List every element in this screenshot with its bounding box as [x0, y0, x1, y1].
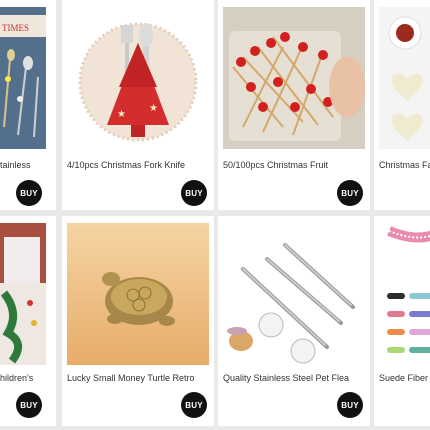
product-image-tick-remover[interactable]	[223, 223, 365, 365]
svg-text:★: ★	[117, 109, 126, 120]
buy-button[interactable]: BUY	[181, 180, 207, 206]
product-image-christmas-craft[interactable]	[0, 223, 46, 365]
product-card[interactable]: Suede Fiber	[374, 216, 430, 426]
product-title[interactable]: Lucky Small Money Turtle Retro	[67, 373, 209, 383]
product-title[interactable]: tainless	[0, 160, 50, 170]
svg-text:★: ★	[149, 103, 158, 114]
product-image-pet-collars[interactable]	[379, 223, 430, 365]
product-card[interactable]: 50/100pcs Christmas Fruit BUY	[218, 0, 370, 210]
product-image-fork-knife-holder[interactable]: ★ ★	[67, 7, 209, 149]
buy-button[interactable]: BUY	[337, 392, 363, 418]
product-card[interactable]: ★ ★ 4/10pcs Christmas Fork Knife BUY	[62, 0, 214, 210]
product-image-heart-cookies[interactable]	[379, 7, 430, 149]
product-title[interactable]: 4/10pcs Christmas Fork Knife	[67, 160, 209, 170]
buy-button[interactable]: BUY	[16, 180, 42, 206]
product-title[interactable]: Christmas Fa	[379, 160, 430, 170]
product-title[interactable]: Quality Stainless Steel Pet Flea	[223, 373, 365, 383]
product-title[interactable]: Suede Fiber	[379, 373, 430, 383]
product-image-fruit-picks[interactable]	[223, 7, 365, 149]
buy-button[interactable]: BUY	[181, 392, 207, 418]
buy-button[interactable]: BUY	[16, 392, 42, 418]
product-card[interactable]: Quality Stainless Steel Pet Flea BUY	[218, 216, 370, 426]
product-card[interactable]: TIMES tainless BUY	[0, 0, 56, 210]
product-image-golden-spoons[interactable]: TIMES	[0, 7, 46, 149]
svg-text:TIMES: TIMES	[2, 23, 29, 33]
buy-button[interactable]: BUY	[337, 180, 363, 206]
product-card[interactable]: Christmas Fa	[374, 0, 430, 210]
product-card[interactable]: hildren's BUY	[0, 216, 56, 426]
product-title[interactable]: hildren's	[0, 373, 50, 383]
product-card[interactable]: Lucky Small Money Turtle Retro BUY	[62, 216, 214, 426]
product-title[interactable]: 50/100pcs Christmas Fruit	[223, 160, 365, 170]
product-grid: TIMES tainless BUY ★ ★ 4/10pcs Christmas…	[0, 0, 430, 430]
product-image-money-turtle[interactable]	[67, 223, 209, 365]
